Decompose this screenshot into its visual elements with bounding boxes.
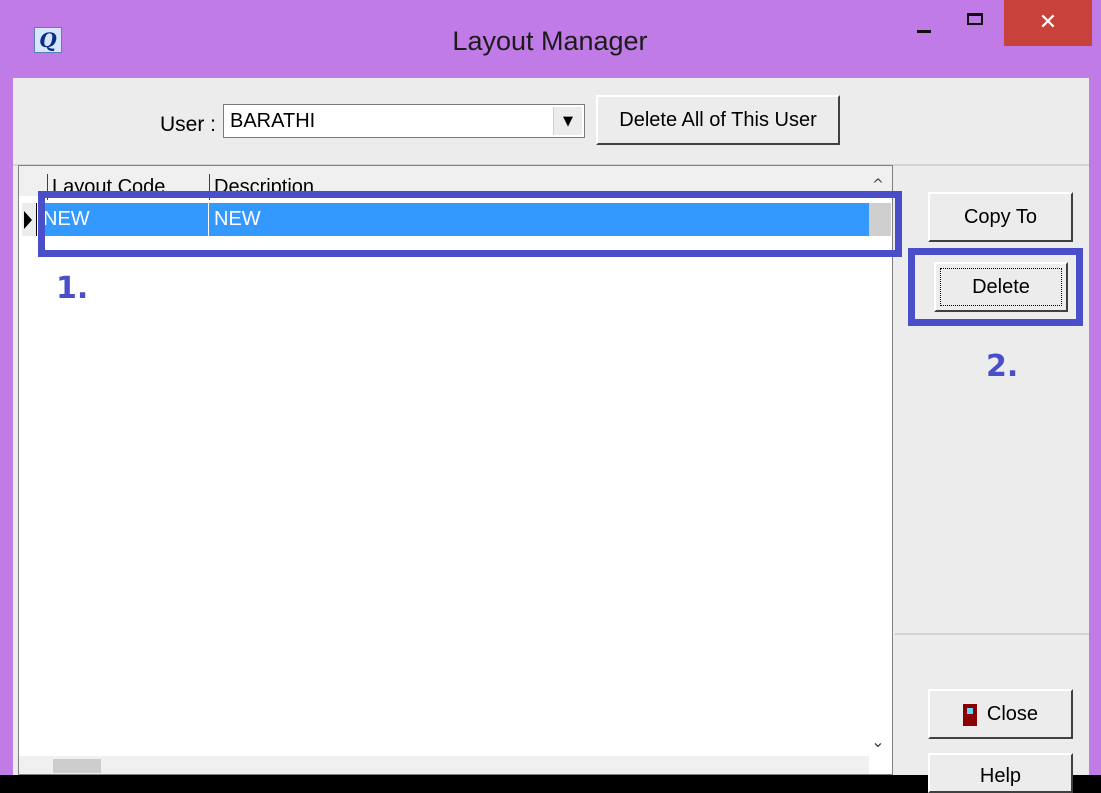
user-select[interactable]: BARATHI ▼	[223, 104, 585, 138]
dialog-client-area: User : BARATHI ▼ Delete All of This User…	[13, 78, 1089, 793]
chevron-down-icon[interactable]: ▼	[553, 107, 582, 135]
scroll-thumb[interactable]	[53, 759, 101, 773]
horizontal-scrollbar[interactable]	[19, 756, 869, 774]
delete-all-label: Delete All of This User	[619, 109, 817, 131]
annotation-step-2: 2.	[986, 349, 1019, 384]
close-button[interactable]: Close	[928, 689, 1073, 739]
maximize-button[interactable]	[952, 0, 998, 46]
minimize-button[interactable]	[906, 0, 942, 46]
copy-to-button[interactable]: Copy To	[928, 192, 1073, 242]
annotation-box-step-2	[908, 248, 1083, 326]
scroll-down-icon[interactable]: ⌄	[867, 731, 889, 753]
maximize-icon	[967, 13, 983, 25]
help-button[interactable]: Help	[928, 753, 1073, 793]
layout-manager-window: Q Layout Manager ✕ User : BARATHI ▼ Dele…	[0, 0, 1101, 793]
copy-to-label: Copy To	[963, 206, 1037, 228]
divider	[895, 633, 1089, 635]
delete-all-of-user-button[interactable]: Delete All of This User	[596, 95, 840, 145]
title-bar[interactable]: Q Layout Manager ✕	[0, 0, 1101, 78]
row-indicator[interactable]	[22, 203, 37, 236]
annotation-box-step-1	[38, 191, 902, 257]
close-icon: ✕	[1038, 10, 1058, 35]
annotation-step-1: 1.	[56, 271, 89, 306]
user-label: User :	[160, 113, 217, 136]
close-window-button[interactable]: ✕	[1004, 0, 1092, 46]
door-icon	[962, 703, 977, 726]
user-select-value: BARATHI	[230, 110, 316, 132]
close-label: Close	[986, 703, 1039, 725]
minimize-icon	[917, 29, 931, 33]
window-title: Layout Manager	[452, 26, 648, 56]
row-pointer-icon	[24, 211, 32, 229]
help-label: Help	[979, 765, 1022, 787]
app-icon: Q	[34, 27, 62, 53]
